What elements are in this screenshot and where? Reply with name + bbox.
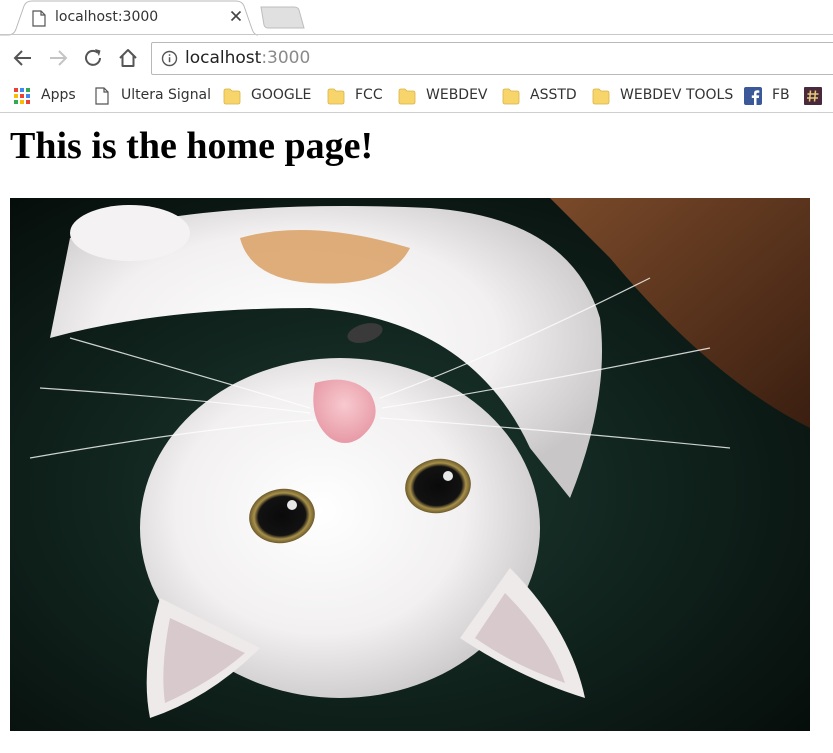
tab-active[interactable]: localhost:3000 xyxy=(0,0,258,38)
back-icon[interactable] xyxy=(11,46,35,70)
folder-icon xyxy=(398,88,416,105)
bookmark-label: WEBDEV TOOLS xyxy=(620,87,734,103)
tab-title: localhost:3000 xyxy=(55,9,159,25)
facebook-icon xyxy=(744,87,762,105)
info-icon[interactable] xyxy=(161,50,178,67)
bookmark-label: Apps xyxy=(41,87,76,103)
home-icon[interactable] xyxy=(116,46,140,70)
kitten-image xyxy=(10,198,810,731)
address-url: localhost:3000 xyxy=(185,48,310,68)
bookmark-label: GOOGLE xyxy=(251,87,312,103)
folder-icon xyxy=(327,88,345,105)
url-port: :3000 xyxy=(261,48,311,68)
bookmark-label: Ultera Signal xyxy=(121,87,212,103)
page-icon xyxy=(32,10,46,27)
reload-icon[interactable] xyxy=(81,46,105,70)
browser-toolbar: localhost:3000 xyxy=(0,38,833,79)
page-heading: This is the home page! xyxy=(10,125,374,167)
bookmark-label: FCC xyxy=(355,87,383,103)
bookmarks-bar: Apps Ultera Signal GOOGLE FCC WEBDEV ASS… xyxy=(0,79,833,113)
hash-icon xyxy=(804,87,822,105)
url-host: localhost xyxy=(185,48,262,68)
bookmark-label: ASSTD xyxy=(530,87,577,103)
address-bar[interactable]: localhost:3000 xyxy=(151,42,833,75)
bookmark-label: WEBDEV xyxy=(426,87,488,103)
apps-grid-icon xyxy=(14,88,30,104)
kitten-photo xyxy=(10,198,810,731)
folder-icon xyxy=(223,88,241,105)
page-icon xyxy=(95,87,109,105)
forward-icon[interactable] xyxy=(46,46,70,70)
tab-strip-divider xyxy=(0,34,833,35)
close-icon[interactable] xyxy=(229,9,243,23)
new-tab-button[interactable] xyxy=(258,6,306,30)
tab-strip: localhost:3000 xyxy=(0,0,833,38)
folder-icon xyxy=(502,88,520,105)
folder-icon xyxy=(592,88,610,105)
bookmark-label: FB xyxy=(772,87,790,103)
